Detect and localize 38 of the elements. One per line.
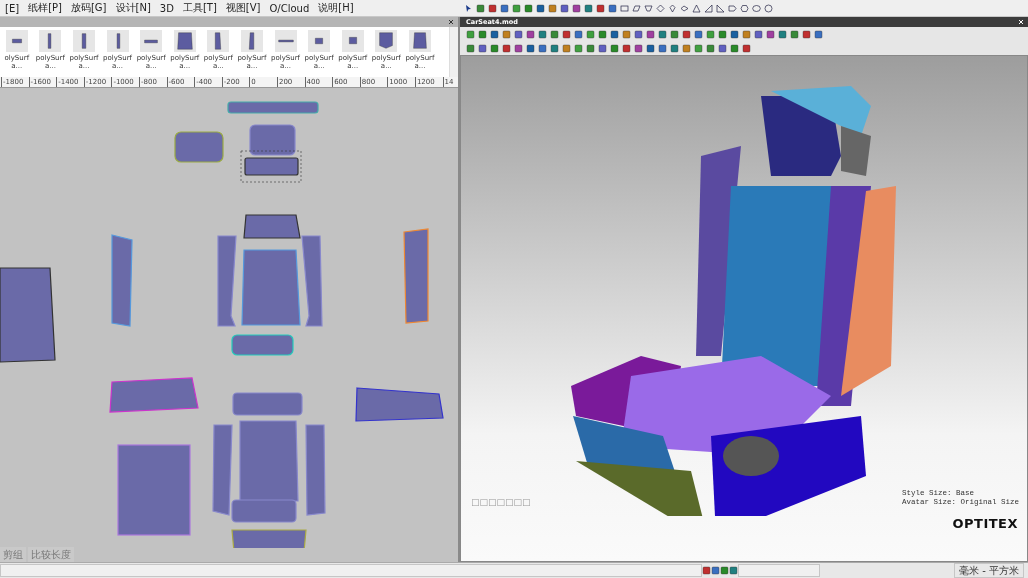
rhombus-icon[interactable]: [680, 3, 689, 13]
close-icon[interactable]: [448, 19, 454, 25]
ellipse-icon[interactable]: [752, 3, 761, 13]
menu-item[interactable]: 设计[N]: [110, 1, 155, 15]
menu-item[interactable]: 放码[G]: [65, 1, 111, 15]
hexagon-icon[interactable]: [740, 3, 749, 13]
menu-item[interactable]: O/Cloud: [264, 2, 314, 14]
piece-thumbnail[interactable]: [73, 30, 95, 52]
piece-thumbnail[interactable]: [375, 30, 398, 52]
circle-icon[interactable]: [764, 3, 773, 13]
menu-item[interactable]: [E]: [0, 2, 24, 14]
piece-thumbnail[interactable]: [140, 30, 163, 52]
piece-thumbnail[interactable]: [106, 30, 129, 52]
triangle-icon[interactable]: [692, 3, 701, 13]
piece-thumbnail[interactable]: [408, 30, 431, 52]
scrollbar[interactable]: [449, 27, 458, 77]
piece-thumbnail[interactable]: [173, 30, 196, 52]
pentagon-icon[interactable]: [728, 3, 737, 13]
rectangle-icon[interactable]: [620, 3, 629, 13]
menu-item[interactable]: 纸样[P]: [23, 1, 66, 15]
piece-thumbnail[interactable]: [341, 30, 364, 52]
menu-item[interactable]: 工具[T]: [177, 1, 221, 15]
piece-thumbnail[interactable]: [5, 30, 28, 52]
trapezoid-icon[interactable]: [644, 3, 653, 13]
logo: OPTITEX: [952, 516, 1018, 531]
piece-thumbnail[interactable]: [274, 30, 297, 52]
piece-thumbnail[interactable]: [240, 30, 263, 52]
pointer-icon[interactable]: [464, 3, 473, 13]
menu-item[interactable]: 视图[V]: [220, 1, 265, 15]
status-text: □□□□□□□: [471, 497, 531, 507]
kite-icon[interactable]: [668, 3, 677, 13]
units-label: 毫米 - 平方米: [954, 563, 1024, 578]
piece-thumbnail[interactable]: [308, 30, 331, 52]
menu-item[interactable]: 说明[H]: [313, 1, 358, 15]
parallelogram-icon[interactable]: [632, 3, 641, 13]
piece-thumbnail[interactable]: [39, 30, 62, 52]
menu-item[interactable]: 3D: [154, 2, 178, 14]
piece-thumbnail[interactable]: [207, 30, 230, 52]
